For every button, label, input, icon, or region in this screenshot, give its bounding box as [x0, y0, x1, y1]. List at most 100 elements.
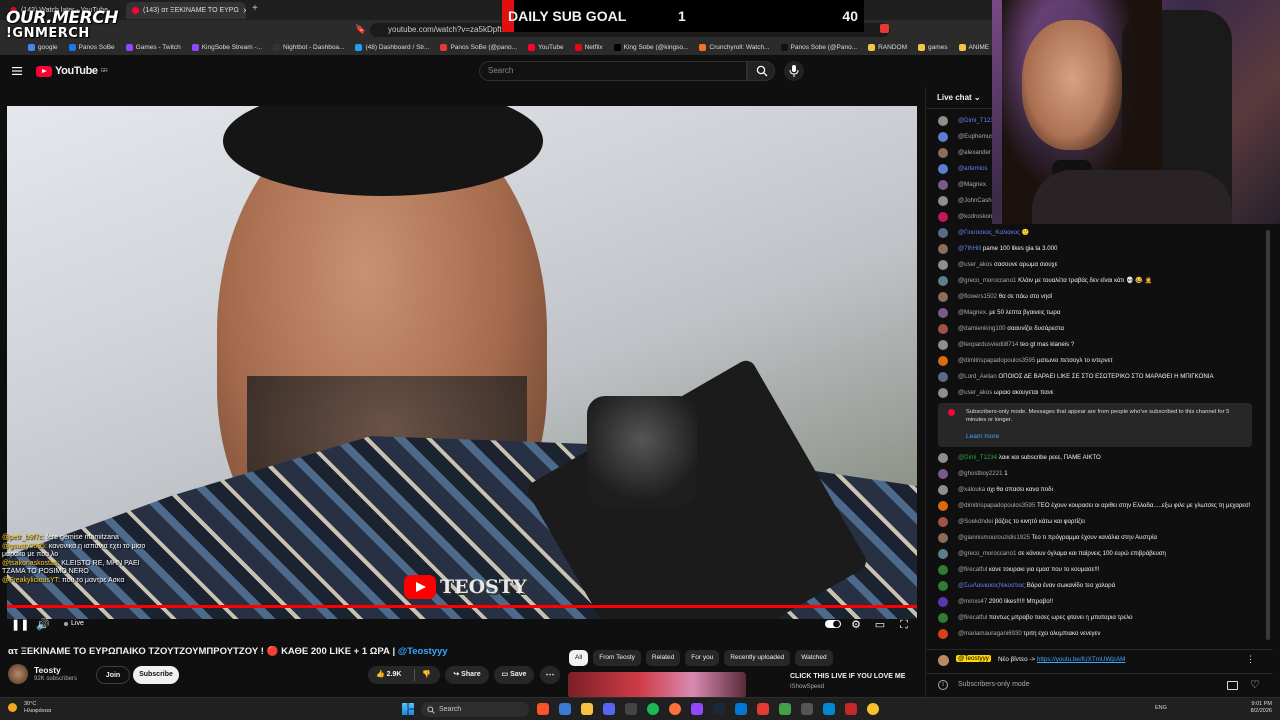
- avatar[interactable]: [938, 292, 948, 302]
- firefox-icon[interactable]: [669, 703, 681, 715]
- channel-name[interactable]: Teosty: [34, 665, 61, 675]
- avatar[interactable]: [938, 453, 948, 463]
- bookmark-item[interactable]: Panos Sobe (@Pano...: [780, 44, 857, 51]
- avatar[interactable]: [938, 597, 948, 607]
- chat-message[interactable]: @mmxs47 2900 likes!!!!! Μπραβο!!: [926, 594, 1273, 610]
- theater-mode-icon[interactable]: ▭: [874, 619, 886, 631]
- close-tab-icon[interactable]: ✕: [243, 7, 246, 15]
- app-icon[interactable]: [757, 703, 769, 715]
- avatar[interactable]: [938, 260, 948, 270]
- chat-message[interactable]: @ΣωΛαινιακοςΝικοστιας Βάρα έναν σωκανίδο…: [926, 578, 1273, 594]
- chat-author[interactable]: @user_akos σασουνε αρωμα σιουχε: [958, 261, 1057, 268]
- title-handle-link[interactable]: @Teostyyy: [398, 646, 448, 657]
- save-button[interactable]: ▭ Save: [494, 666, 534, 684]
- settings-gear-icon[interactable]: ⚙: [850, 619, 862, 631]
- avatar[interactable]: [938, 180, 948, 190]
- chat-author[interactable]: @ΣωΛαινιακοςΝικοστιας Βάρα έναν σωκανίδο…: [958, 582, 1115, 589]
- avatar[interactable]: [938, 372, 948, 382]
- bookmark-item[interactable]: Crunchyroll: Watch...: [699, 44, 770, 51]
- bookmark-star-icon[interactable]: 🔖: [355, 24, 366, 35]
- chat-author[interactable]: @xalouka οχι θα σπασει κανα ποδι: [958, 486, 1053, 493]
- more-actions-icon[interactable]: ⋯: [540, 666, 560, 684]
- chat-author[interactable]: @dimitrispapadopoulos3595 ματωνει πετσογ…: [958, 357, 1113, 364]
- chat-scrollbar[interactable]: [1266, 230, 1270, 640]
- spotify-icon[interactable]: [647, 703, 659, 715]
- chat-author[interactable]: @artemios: [958, 165, 988, 172]
- avatar[interactable]: [938, 196, 948, 206]
- chat-author[interactable]: @Magnex. με 50 λεπτα βγαινεις τωρα: [958, 309, 1060, 316]
- task-view-icon[interactable]: [559, 703, 571, 715]
- youtube-logo[interactable]: YouTube GR: [36, 65, 108, 77]
- chat-author[interactable]: @firecatful παντως μπραβο τοσες ωρες φτα…: [958, 614, 1133, 621]
- language-indicator[interactable]: ENG: [1155, 705, 1167, 711]
- avatar[interactable]: [938, 356, 948, 366]
- chat-author[interactable]: @7thHill pame 100 likes gia ta 3.000: [958, 245, 1057, 252]
- join-button[interactable]: Join: [96, 666, 130, 684]
- chat-author[interactable]: @Dimi_T123: [958, 117, 994, 124]
- bookmark-item[interactable]: Panos SoBe (@pano...: [440, 44, 517, 51]
- live-chat-title[interactable]: Live chat ⌄: [937, 93, 981, 102]
- share-button[interactable]: ↪ Share: [445, 666, 489, 684]
- taskbar-search[interactable]: Search: [421, 702, 529, 717]
- pause-icon[interactable]: ❚❚: [11, 619, 29, 631]
- avatar[interactable]: [938, 469, 948, 479]
- bookmark-item[interactable]: KingSobe Stream -...: [191, 44, 262, 51]
- bookmark-item[interactable]: Netflix: [574, 44, 603, 51]
- chat-author[interactable]: @Euphemus: [958, 133, 993, 140]
- recommendation-channel[interactable]: IShowSpeed: [790, 684, 824, 690]
- avatar[interactable]: [938, 244, 948, 254]
- twitch-icon[interactable]: [691, 703, 703, 715]
- app-icon[interactable]: [735, 703, 747, 715]
- avatar[interactable]: [938, 340, 948, 350]
- system-clock[interactable]: 9:01 PM 8/2/2026: [1232, 701, 1272, 715]
- avatar[interactable]: [938, 485, 948, 495]
- chat-author[interactable]: @flowers1502 θα σε πάω στο νησί: [958, 293, 1052, 300]
- chat-author[interactable]: @Γιουτιακος_Καλιακος 🙂: [958, 229, 1029, 236]
- steam-icon[interactable]: [713, 703, 725, 715]
- avatar[interactable]: [938, 212, 948, 222]
- avatar[interactable]: [938, 276, 948, 286]
- app-icon[interactable]: [845, 703, 857, 715]
- avatar[interactable]: [938, 517, 948, 527]
- avatar[interactable]: [938, 308, 948, 318]
- tab-current-video[interactable]: (143) ατ ΞΕΚΙΝΑΜΕ ΤΟ ΕΥΡΩ ✕: [126, 2, 246, 19]
- autoplay-toggle-icon[interactable]: [825, 619, 841, 631]
- more-options-icon[interactable]: ⋮: [1246, 654, 1255, 665]
- brave-browser-icon[interactable]: [537, 703, 549, 715]
- dislike-icon[interactable]: 👎: [422, 666, 431, 684]
- heart-icon[interactable]: ♡: [1250, 678, 1260, 691]
- chat-message[interactable]: @user_akos σασουνε αρωμα σιουχε: [926, 257, 1273, 273]
- chat-message[interactable]: @dimitrispapadopoulos3595 ματωνει πετσογ…: [926, 353, 1273, 369]
- chat-author[interactable]: @firecatful κανε τοιυρακι για εμασ που τ…: [958, 566, 1099, 573]
- pinned-link[interactable]: https://youtu.be/lUXTmUWjzAM: [1037, 656, 1126, 663]
- avatar[interactable]: [938, 228, 948, 238]
- chat-message[interactable]: @Lord_Aelian ΟΠΟΙΟΣ ΔΕ ΒΑΡΑΕΙ LIKE ΣΕ ΣΤ…: [926, 369, 1273, 385]
- chat-author[interactable]: @mmxs47 2900 likes!!!!! Μπραβο!!: [958, 598, 1053, 605]
- chat-message[interactable]: @7thHill pame 100 likes gia ta 3.000: [926, 241, 1273, 257]
- app-icon[interactable]: [823, 703, 835, 715]
- chat-author[interactable]: @giannismourouzidis1925 Τεο τι πρόγραμμα…: [958, 534, 1157, 541]
- chat-author[interactable]: @alexander: [958, 149, 991, 156]
- avatar[interactable]: [938, 388, 948, 398]
- subscribe-button[interactable]: Subscribe: [133, 666, 179, 684]
- chat-message[interactable]: @xalouka οχι θα σπασει κανα ποδι: [926, 482, 1273, 498]
- bookmark-item[interactable]: RANDOM: [868, 44, 907, 51]
- bookmark-item[interactable]: Nightbot - Dashboa...: [273, 44, 344, 51]
- like-button[interactable]: 👍 2.9K: [376, 666, 401, 684]
- volume-icon[interactable]: 🔊: [36, 619, 50, 631]
- chat-message[interactable]: @ghostboy2221 1: [926, 466, 1273, 482]
- chat-author[interactable]: @Magnex.: [958, 181, 988, 188]
- app-icon[interactable]: [801, 703, 813, 715]
- bookmark-item[interactable]: YouTube: [528, 44, 564, 51]
- chat-message[interactable]: @Γιουτιακος_Καλιακος 🙂: [926, 225, 1273, 241]
- chat-message[interactable]: @firecatful κανε τοιυρακι για εμασ που τ…: [926, 562, 1273, 578]
- progress-bar[interactable]: [7, 605, 917, 608]
- obs-icon[interactable]: [625, 703, 637, 715]
- avatar[interactable]: [8, 664, 28, 684]
- chat-message[interactable]: @Dimi_T1234 λαικ και subscribe ρεεε, ΠΑΜ…: [926, 450, 1273, 466]
- chat-author[interactable]: @mariamauragani6930 τριτη εχει ολυμπιακο…: [958, 630, 1100, 637]
- fullscreen-icon[interactable]: ⛶: [898, 619, 910, 631]
- chat-author[interactable]: @Lord_Aelian ΟΠΟΙΟΣ ΔΕ ΒΑΡΑΕΙ LIKE ΣΕ ΣΤ…: [958, 373, 1214, 380]
- chat-author[interactable]: @dimitrispapadopoulos3595 ΤΕΟ έχουν κουρ…: [958, 502, 1250, 509]
- chat-message[interactable]: @greco_moroccano1 Κλάιν με τουαλέτα τραβ…: [926, 273, 1273, 289]
